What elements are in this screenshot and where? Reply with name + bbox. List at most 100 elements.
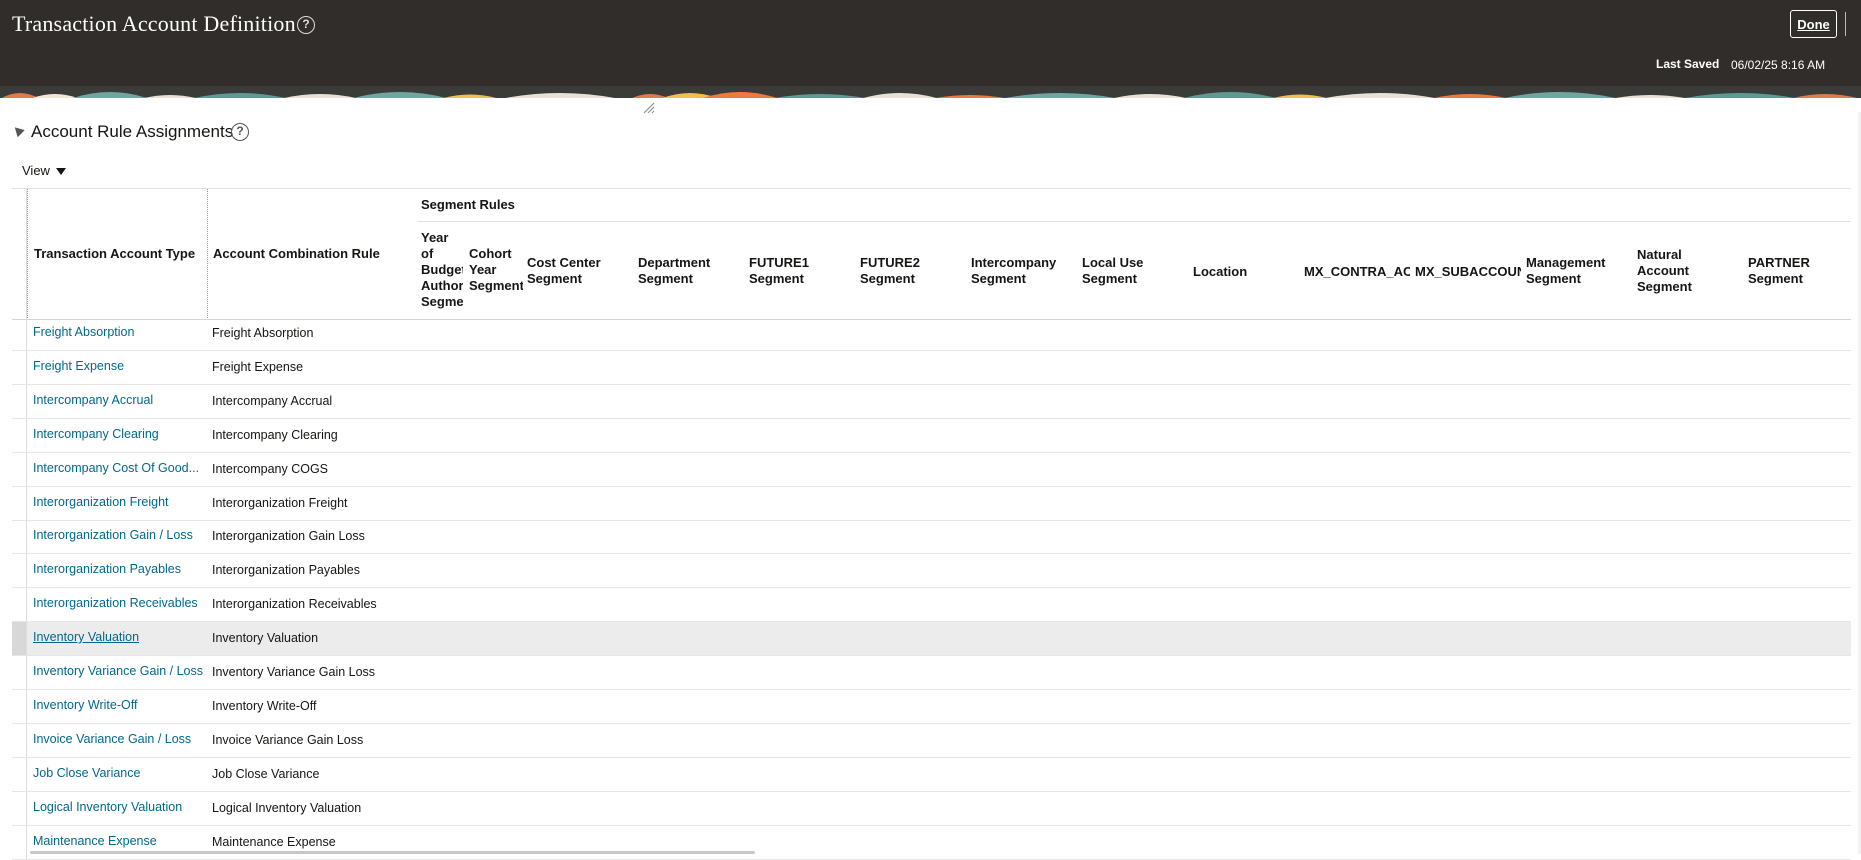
transaction-account-type-link[interactable]: Inventory Valuation [33,630,139,644]
account-combination-rule-cell: Interorganization Gain Loss [212,529,365,544]
table-row[interactable]: Freight Absorption Freight Absorption [12,317,1851,351]
last-saved-value: 06/02/25 8:16 AM [1731,58,1826,72]
account-combination-rule-cell: Job Close Variance [212,766,320,781]
account-combination-rule-cell: Intercompany COGS [212,461,329,476]
row-selector[interactable] [12,486,27,520]
done-button[interactable]: Done [1790,10,1837,38]
view-menu-label: View [22,163,50,178]
column-header-intercompany-segment[interactable]: Intercompany Segment [971,255,1071,287]
section-title: Account Rule Assignments [31,122,234,141]
table-row[interactable]: Freight Expense Freight Expense [12,350,1851,385]
resize-handle-icon[interactable] [643,101,655,114]
table-row[interactable]: Job Close Variance Job Close Variance [12,757,1851,792]
row-selector[interactable] [12,317,27,350]
frozen-column-divider [27,189,28,320]
account-combination-rule-cell: Intercompany Clearing [212,427,338,442]
chevron-down-icon [55,168,66,176]
page-title: Transaction Account Definition [12,11,296,36]
row-selector[interactable] [12,656,27,689]
transaction-account-type-link[interactable]: Interorganization Freight [33,495,169,509]
table-row[interactable]: Inventory Write-Off Inventory Write-Off [12,689,1851,724]
row-selector[interactable] [12,520,27,554]
column-header-year-of-budget-authority-segment[interactable]: Year of Budget Authority Segment [421,230,463,310]
account-combination-rule-cell: Inventory Valuation [212,631,319,646]
row-selector[interactable] [12,723,27,757]
transaction-account-type-link[interactable]: Intercompany Accrual [33,393,153,407]
account-combination-rule-cell: Invoice Variance Gain Loss [212,732,364,747]
table-row[interactable]: Maintenance Expense Maintenance Expense [12,825,1851,860]
transaction-account-type-link[interactable]: Logical Inventory Valuation [33,800,182,814]
transaction-account-type-link[interactable]: Freight Absorption [33,325,134,339]
row-selector[interactable] [12,384,27,418]
account-combination-rule-cell: Inventory Variance Gain Loss [212,665,376,679]
column-header-future2-segment[interactable]: FUTURE2 Segment [860,255,940,287]
help-icon[interactable]: ? [231,123,249,141]
row-selector[interactable] [12,622,27,656]
column-header-mx-contra-account[interactable]: MX_CONTRA_ACCOUNT [1304,264,1410,280]
transaction-account-type-link[interactable]: Intercompany Cost Of Good... [33,461,199,475]
column-header-natural-account-segment[interactable]: Natural Account Segment [1637,247,1707,295]
decorative-banner [0,86,1861,98]
column-header-future1-segment[interactable]: FUTURE1 Segment [749,255,829,287]
transaction-account-type-link[interactable]: Maintenance Expense [33,834,157,848]
column-header-mx-subaccount[interactable]: MX_SUBACCOUNT [1415,264,1521,280]
table-row[interactable]: Interorganization Freight Interorganizati… [12,486,1851,521]
column-header-account-combination-rule[interactable]: Account Combination Rule [213,246,380,262]
column-header-department-segment[interactable]: Department Segment [638,255,738,287]
transaction-account-type-link[interactable]: Invoice Variance Gain / Loss [33,732,191,746]
table-row[interactable]: Interorganization Receivables Interorgani… [12,588,1851,623]
account-combination-rule-cell: Interorganization Freight [212,495,348,510]
row-selector[interactable] [12,588,27,622]
row-selector[interactable] [12,757,27,791]
table-row[interactable]: Inventory Variance Gain / Loss Inventory … [12,656,1851,690]
transaction-account-type-link[interactable]: Inventory Write-Off [33,698,137,712]
transaction-account-type-link[interactable]: Inventory Variance Gain / Loss [33,664,203,678]
transaction-account-type-link[interactable]: Intercompany Clearing [33,427,159,441]
account-combination-rule-cell: Inventory Write-Off [212,698,317,713]
table-border [418,221,1851,222]
transaction-account-type-link[interactable]: Job Close Variance [33,766,140,780]
account-combination-rule-cell: Logical Inventory Valuation [212,800,362,815]
row-selector[interactable] [12,791,27,825]
account-combination-rule-cell: Maintenance Expense [212,834,336,849]
column-header-cost-center-segment[interactable]: Cost Center Segment [527,255,627,287]
column-header-transaction-account-type[interactable]: Transaction Account Type [34,246,195,262]
row-selector-gutter [12,189,27,320]
table-row[interactable]: Logical Inventory Valuation Logical Inven… [12,791,1851,826]
column-group-segment-rules: Segment Rules [421,197,515,212]
column-header-partner-segment[interactable]: PARTNER Segment [1748,255,1828,287]
column-header-cohort-year-segment[interactable]: Cohort Year Segment [469,246,523,294]
transaction-account-type-link[interactable]: Interorganization Gain / Loss [33,528,193,542]
row-selector[interactable] [12,350,27,384]
table-border [12,188,1851,189]
collapse-triangle-icon[interactable] [11,123,25,138]
table-row[interactable]: Interorganization Gain / Loss Interorgani… [12,520,1851,555]
help-icon[interactable]: ? [297,16,315,34]
row-selector[interactable] [12,554,27,588]
frozen-column-divider [207,189,208,320]
table-row[interactable]: Intercompany Accrual Intercompany Accrual [12,384,1851,419]
account-combination-rule-cell: Freight Expense [212,359,304,374]
row-selector[interactable] [12,452,27,486]
transaction-account-type-link[interactable]: Freight Expense [33,359,124,373]
column-header-management-segment[interactable]: Management Segment [1526,255,1626,287]
transaction-account-type-link[interactable]: Interorganization Payables [33,562,181,576]
row-selector[interactable] [12,418,27,452]
account-combination-rule-cell: Interorganization Receivables [212,597,377,612]
table-row[interactable]: Intercompany Clearing Intercompany Cleari… [12,418,1851,453]
account-combination-rule-cell: Intercompany Accrual [212,393,333,408]
account-combination-rule-cell: Freight Absorption [212,326,314,340]
column-header-location[interactable]: Location [1193,264,1247,280]
transaction-account-type-link[interactable]: Interorganization Receivables [33,596,198,610]
table-row[interactable]: Invoice Variance Gain / Loss Invoice Vari… [12,723,1851,758]
page-header: Transaction Account Definition ? Done La… [0,0,1861,86]
divider [1845,12,1846,36]
table-row[interactable]: Intercompany Cost Of Good... Intercompany… [12,452,1851,487]
column-header-local-use-segment[interactable]: Local Use Segment [1082,255,1162,287]
table-row[interactable]: Interorganization Payables Interorganizat… [12,554,1851,589]
last-saved-label: Last Saved [1656,57,1720,71]
table-row[interactable]: Inventory Valuation Inventory Valuation [12,622,1851,657]
account-combination-rule-cell: Interorganization Payables [212,563,361,578]
row-selector[interactable] [12,689,27,723]
view-menu[interactable]: View [22,163,66,178]
